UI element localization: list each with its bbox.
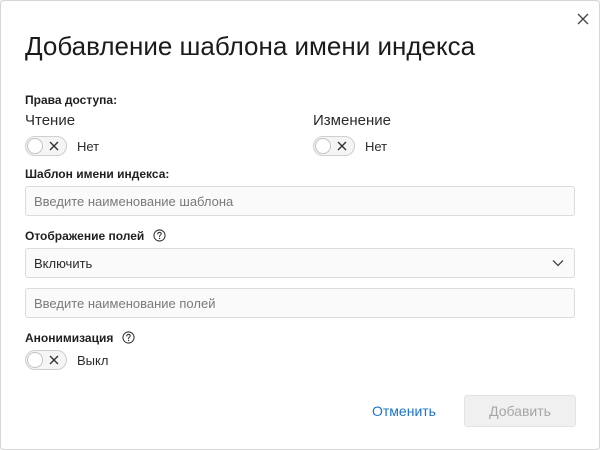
write-label: Изменение [313,112,391,129]
x-icon [49,355,59,365]
field-display-selected: Включить [34,255,93,271]
index-template-label: Шаблон имени индекса: [25,167,170,181]
field-display-help[interactable] [153,229,166,242]
field-display-label-row: Отображение полей [25,229,166,243]
add-button[interactable]: Добавить [464,395,576,427]
anonymization-label: Анонимизация [25,331,114,345]
dialog-title: Добавление шаблона имени индекса [25,31,476,61]
anonymization-help[interactable] [122,331,135,344]
anonymization-toggle-state: Выкл [77,352,109,368]
question-circle-icon [122,331,135,344]
read-toggle-row: Нет [25,135,99,157]
access-rights-label: Права доступа: [25,93,118,107]
write-toggle-row: Нет [313,135,387,157]
toggle-knob [27,138,43,154]
anonymization-label-row: Анонимизация [25,331,135,345]
anonymization-toggle-row: Выкл [25,349,108,371]
x-icon [49,141,59,151]
write-toggle[interactable] [313,136,355,156]
close-button[interactable] [571,7,595,31]
index-template-input[interactable] [25,186,575,216]
x-icon [337,141,347,151]
read-label: Чтение [25,112,76,129]
write-toggle-state: Нет [365,138,388,154]
cancel-button[interactable]: Отменить [359,395,449,427]
fields-input[interactable] [25,288,575,318]
chevron-down-icon [552,260,564,267]
close-icon [577,13,589,25]
read-toggle-state: Нет [77,138,100,154]
toggle-knob [315,138,331,154]
toggle-knob [27,352,43,368]
read-toggle[interactable] [25,136,67,156]
field-display-select[interactable]: Включить [25,248,575,278]
question-circle-icon [153,229,166,242]
field-display-label: Отображение полей [25,229,145,243]
add-index-template-dialog: Добавление шаблона имени индекса Права д… [0,0,600,450]
anonymization-toggle[interactable] [25,350,67,370]
